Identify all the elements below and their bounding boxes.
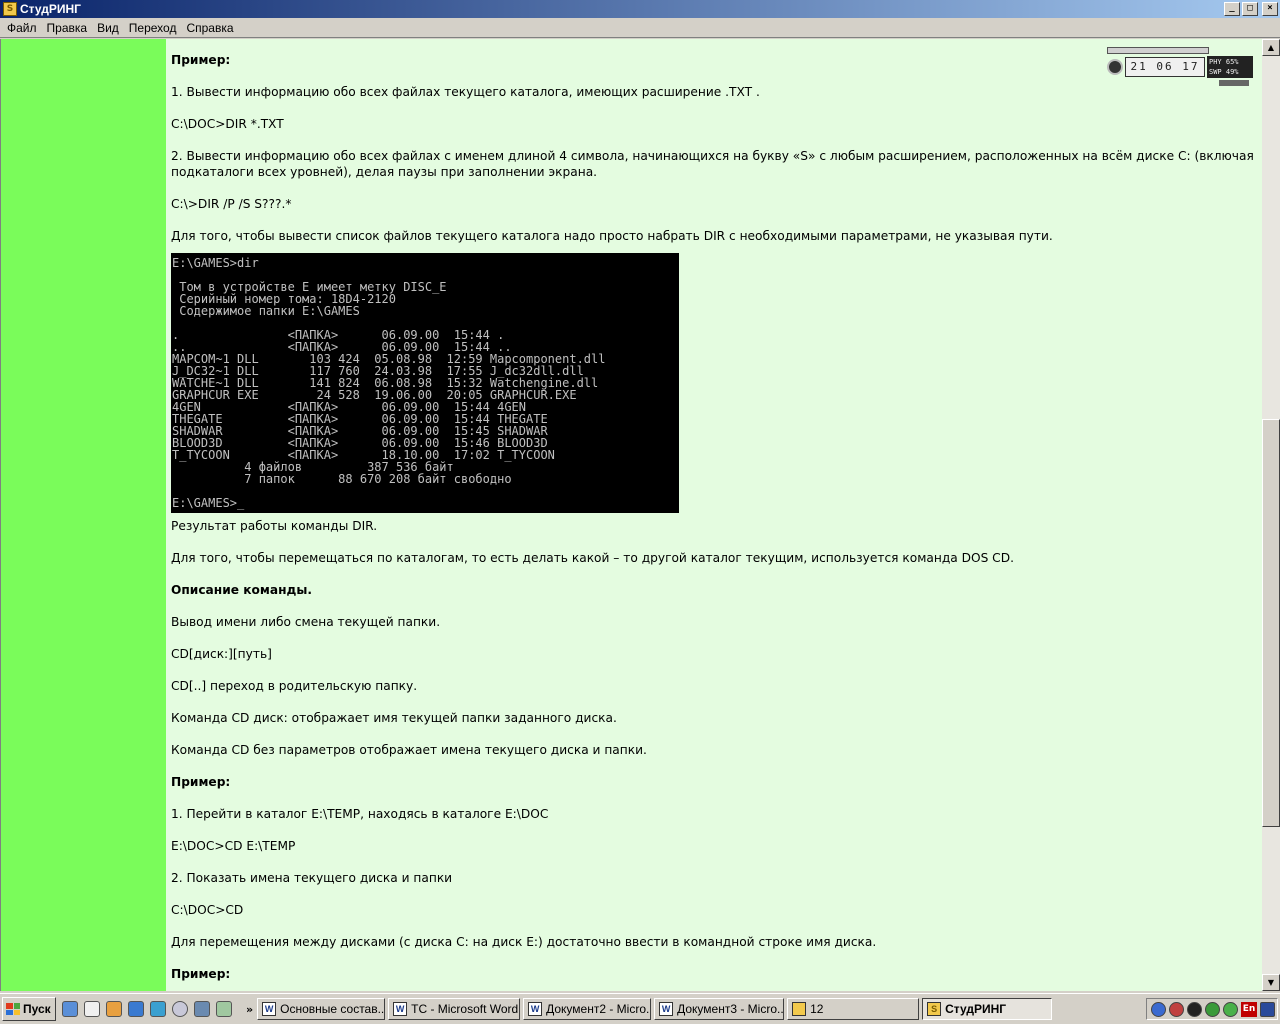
taskbar: Пуск » W Основные состав... W TC - Micro… <box>0 993 1280 1024</box>
menu-file[interactable]: Файл <box>2 21 42 35</box>
gadget-knob-icon[interactable] <box>1107 59 1123 75</box>
antivirus-tray-icon[interactable] <box>1169 1001 1184 1017</box>
command-example: C:\>DIR /P /S S???.* <box>171 197 292 211</box>
menu-go[interactable]: Переход <box>124 21 182 35</box>
language-indicator[interactable]: En <box>1241 1001 1257 1017</box>
task-studring[interactable]: S СтудРИНГ <box>922 998 1053 1020</box>
quick-launch <box>62 1001 232 1017</box>
article: Пример: 1. Вывести информацию обо всех ф… <box>171 52 1256 991</box>
folder-icon <box>792 1002 807 1016</box>
cpu-meter <box>1107 47 1209 54</box>
update-tray-icon[interactable] <box>1205 1001 1220 1017</box>
network-icon[interactable] <box>128 1001 144 1017</box>
example-heading: Пример: <box>171 967 231 981</box>
vertical-scrollbar[interactable]: ▲ ▼ <box>1262 39 1280 991</box>
menu-view[interactable]: Вид <box>92 21 124 35</box>
paragraph: Вывод имени либо смена текущей папки. <box>171 615 441 629</box>
figure-caption: Результат работы команды DIR. <box>171 519 378 533</box>
menu-help[interactable]: Справка <box>181 21 238 35</box>
content-area: Пример: 1. Вывести информацию обо всех ф… <box>0 39 1262 991</box>
phy-label: PHY <box>1209 58 1222 66</box>
network-tray-icon[interactable] <box>1151 1001 1166 1017</box>
task-label: Документ3 - Micro... <box>677 1002 785 1016</box>
settings-icon[interactable] <box>216 1001 232 1017</box>
task-label: 12 <box>810 1002 824 1016</box>
scroll-down-button[interactable]: ▼ <box>1262 974 1280 991</box>
word-doc-icon: W <box>393 1002 408 1016</box>
internet-icon[interactable] <box>150 1001 166 1017</box>
maximize-button[interactable]: □ <box>1242 2 1258 16</box>
system-monitor-gadget[interactable]: 21 06 17 PHY 65% SWP 49% <box>1107 47 1255 89</box>
command-example: C:\DOC>CD <box>171 903 244 917</box>
document-icon[interactable] <box>84 1001 100 1017</box>
example-heading: Пример: <box>171 53 231 67</box>
help-icon[interactable] <box>62 1001 78 1017</box>
task-label: СтудРИНГ <box>945 1002 1007 1016</box>
console-screenshot: E:\GAMES>dir Том в устройстве E имеет ме… <box>171 253 679 513</box>
section-heading: Описание команды. <box>171 583 312 597</box>
paragraph: 2. Вывести информацию обо всех файлах с … <box>171 149 1254 179</box>
menu-edit[interactable]: Правка <box>42 21 93 35</box>
task-label: Основные состав... <box>280 1002 386 1016</box>
paragraph: 1. Вывести информацию обо всех файлах те… <box>171 85 760 99</box>
window-controls: _ □ × <box>1224 2 1278 16</box>
phy-value: 65% <box>1225 58 1239 66</box>
word-doc-icon: W <box>528 1002 543 1016</box>
start-button[interactable]: Пуск <box>2 997 56 1021</box>
scroll-thumb[interactable] <box>1262 419 1280 827</box>
menu-bar: Файл Правка Вид Переход Справка <box>0 18 1280 38</box>
paragraph: 2. Показать имена текущего диска и папки <box>171 871 453 885</box>
paragraph: 1. Перейти в каталог E:\TEMP, находясь в… <box>171 807 549 821</box>
cd-icon[interactable] <box>172 1001 188 1017</box>
scroll-up-button[interactable]: ▲ <box>1262 39 1280 56</box>
paragraph: Команда CD без параметров отображает име… <box>171 743 647 757</box>
browser-icon[interactable] <box>106 1001 122 1017</box>
app-icon: S <box>927 1002 942 1016</box>
window-title: СтудРИНГ <box>20 2 81 16</box>
swp-label: SWP <box>1209 68 1222 76</box>
minimize-button[interactable]: _ <box>1224 2 1240 16</box>
windows-logo-icon <box>6 1003 20 1015</box>
app-icon: S <box>3 2 17 16</box>
word-doc-icon: W <box>262 1002 277 1016</box>
task-folder[interactable]: 12 <box>787 998 920 1020</box>
media-icon[interactable] <box>194 1001 210 1017</box>
task-word-tc[interactable]: W TC - Microsoft Word <box>388 998 521 1020</box>
command-syntax: CD[диск:][путь] <box>171 647 272 661</box>
title-bar: S СтудРИНГ _ □ × <box>0 0 1280 18</box>
task-doc2[interactable]: W Документ2 - Micro... <box>523 998 652 1020</box>
paragraph: Для того, чтобы перемещаться по каталога… <box>171 551 1014 565</box>
memory-readout: PHY 65% SWP 49% <box>1207 56 1253 78</box>
paragraph: CD[..] переход в родительскую папку. <box>171 679 418 693</box>
command-example: E:\DOC>CD E:\TEMP <box>171 839 296 853</box>
task-doc3[interactable]: W Документ3 - Micro... <box>654 998 785 1020</box>
start-label: Пуск <box>23 1002 51 1016</box>
calendar-tray-icon[interactable] <box>1260 1001 1275 1017</box>
paragraph: Для того, чтобы вывести список файлов те… <box>171 229 1053 243</box>
task-word-main[interactable]: W Основные состав... <box>257 998 386 1020</box>
left-sidebar <box>1 39 166 991</box>
task-label: TC - Microsoft Word <box>411 1002 519 1016</box>
swp-value: 49% <box>1225 68 1239 76</box>
command-example: C:\DOC>DIR *.TXT <box>171 117 284 131</box>
task-label: Документ2 - Micro... <box>546 1002 652 1016</box>
paragraph: Команда CD диск: отображает имя текущей … <box>171 711 617 725</box>
example-heading: Пример: <box>171 775 231 789</box>
quick-launch-chevron[interactable]: » <box>246 1003 253 1016</box>
paragraph: Для перемещения между дисками (с диска C… <box>171 935 877 949</box>
system-tray: En <box>1146 998 1278 1020</box>
shield-tray-icon[interactable] <box>1223 1001 1238 1017</box>
close-button[interactable]: × <box>1262 2 1278 16</box>
monitor-tray-icon[interactable] <box>1187 1001 1202 1017</box>
gadget-clock: 21 06 17 <box>1125 57 1205 77</box>
gadget-lights <box>1219 80 1249 86</box>
word-doc-icon: W <box>659 1002 674 1016</box>
